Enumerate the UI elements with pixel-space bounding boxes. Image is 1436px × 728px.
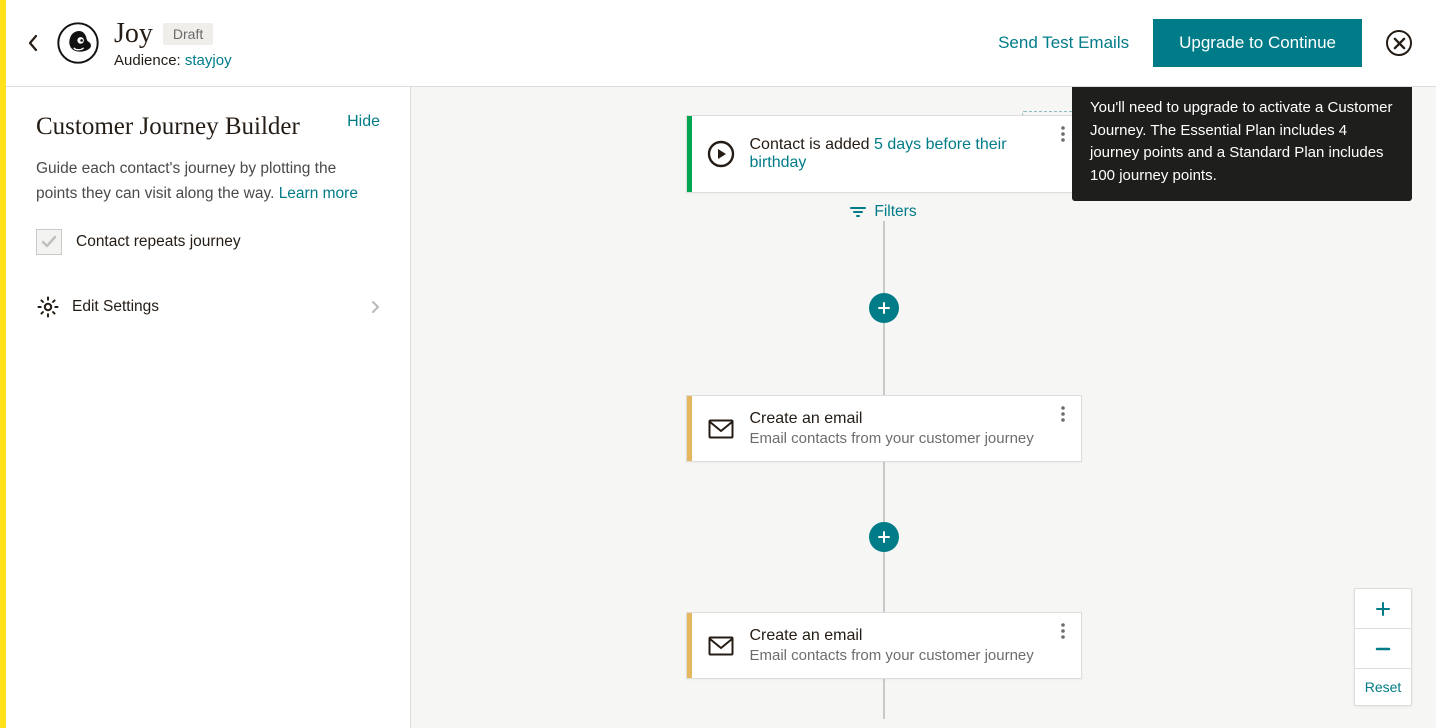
upgrade-button[interactable]: Upgrade to Continue bbox=[1153, 19, 1362, 67]
start-trigger-card[interactable]: Contact is added 5 days before their bir… bbox=[686, 115, 1082, 193]
zoom-controls: Reset bbox=[1354, 588, 1412, 706]
zoom-reset-button[interactable]: Reset bbox=[1355, 669, 1411, 705]
email-card-subtitle: Email contacts from your customer journe… bbox=[750, 430, 1045, 447]
zoom-out-button[interactable] bbox=[1355, 629, 1411, 669]
filters-label: Filters bbox=[874, 203, 916, 221]
journey-title: Joy bbox=[114, 18, 153, 50]
hide-button[interactable]: Hide bbox=[347, 113, 380, 131]
add-step-button[interactable] bbox=[869, 522, 899, 552]
connector bbox=[883, 679, 885, 719]
add-step-button[interactable] bbox=[869, 293, 899, 323]
connector bbox=[883, 462, 885, 522]
filters-button[interactable]: Filters bbox=[850, 203, 916, 221]
title-block: Joy Draft Audience: stayjoy bbox=[114, 18, 232, 69]
email-card[interactable]: Create an email Email contacts from your… bbox=[686, 612, 1082, 679]
tooltip-text: You'll need to upgrade to activate a Cus… bbox=[1090, 99, 1393, 184]
header-actions: Send Test Emails Upgrade to Continue bbox=[998, 19, 1412, 67]
audience-label: Audience: bbox=[114, 52, 181, 69]
play-icon bbox=[692, 140, 750, 168]
sidebar-title: Customer Journey Builder bbox=[36, 113, 300, 141]
start-card-title: Contact is added 5 days before their bir… bbox=[750, 136, 1045, 172]
connector bbox=[883, 221, 885, 293]
envelope-icon bbox=[692, 419, 750, 439]
card-menu-button[interactable] bbox=[1045, 613, 1081, 639]
mailchimp-logo-icon bbox=[56, 21, 100, 65]
status-badge: Draft bbox=[163, 23, 213, 45]
journey-canvas[interactable]: A You'll need to upgrade to activate a C… bbox=[411, 87, 1436, 728]
email-card-subtitle: Email contacts from your customer journe… bbox=[750, 647, 1045, 664]
email-card-title: Create an email bbox=[750, 627, 1045, 645]
journey-flow: Contact is added 5 days before their bir… bbox=[686, 115, 1082, 719]
connector bbox=[883, 552, 885, 612]
card-menu-button[interactable] bbox=[1045, 396, 1081, 422]
edit-settings-row[interactable]: Edit Settings bbox=[36, 295, 380, 319]
envelope-icon bbox=[692, 636, 750, 656]
email-card[interactable]: Create an email Email contacts from your… bbox=[686, 395, 1082, 462]
email-card-title: Create an email bbox=[750, 410, 1045, 428]
send-test-button[interactable]: Send Test Emails bbox=[998, 33, 1129, 53]
audience-line: Audience: stayjoy bbox=[114, 52, 232, 69]
repeat-label: Contact repeats journey bbox=[76, 233, 241, 251]
gear-icon bbox=[36, 295, 60, 319]
sidebar-description: Guide each contact's journey by plotting… bbox=[36, 157, 380, 207]
repeat-journey-row[interactable]: Contact repeats journey bbox=[36, 229, 380, 255]
sidebar: Customer Journey Builder Hide Guide each… bbox=[6, 87, 411, 728]
start-prefix: Contact is added bbox=[750, 136, 875, 153]
learn-more-link[interactable]: Learn more bbox=[279, 185, 358, 202]
app-header: Joy Draft Audience: stayjoy Send Test Em… bbox=[6, 0, 1436, 87]
repeat-checkbox[interactable] bbox=[36, 229, 62, 255]
upgrade-tooltip: You'll need to upgrade to activate a Cus… bbox=[1072, 87, 1412, 201]
close-button[interactable] bbox=[1386, 30, 1412, 56]
settings-label: Edit Settings bbox=[72, 298, 358, 316]
audience-link[interactable]: stayjoy bbox=[185, 52, 232, 69]
connector bbox=[883, 323, 885, 395]
back-button[interactable] bbox=[20, 29, 48, 57]
chevron-right-icon bbox=[370, 300, 380, 314]
zoom-in-button[interactable] bbox=[1355, 589, 1411, 629]
